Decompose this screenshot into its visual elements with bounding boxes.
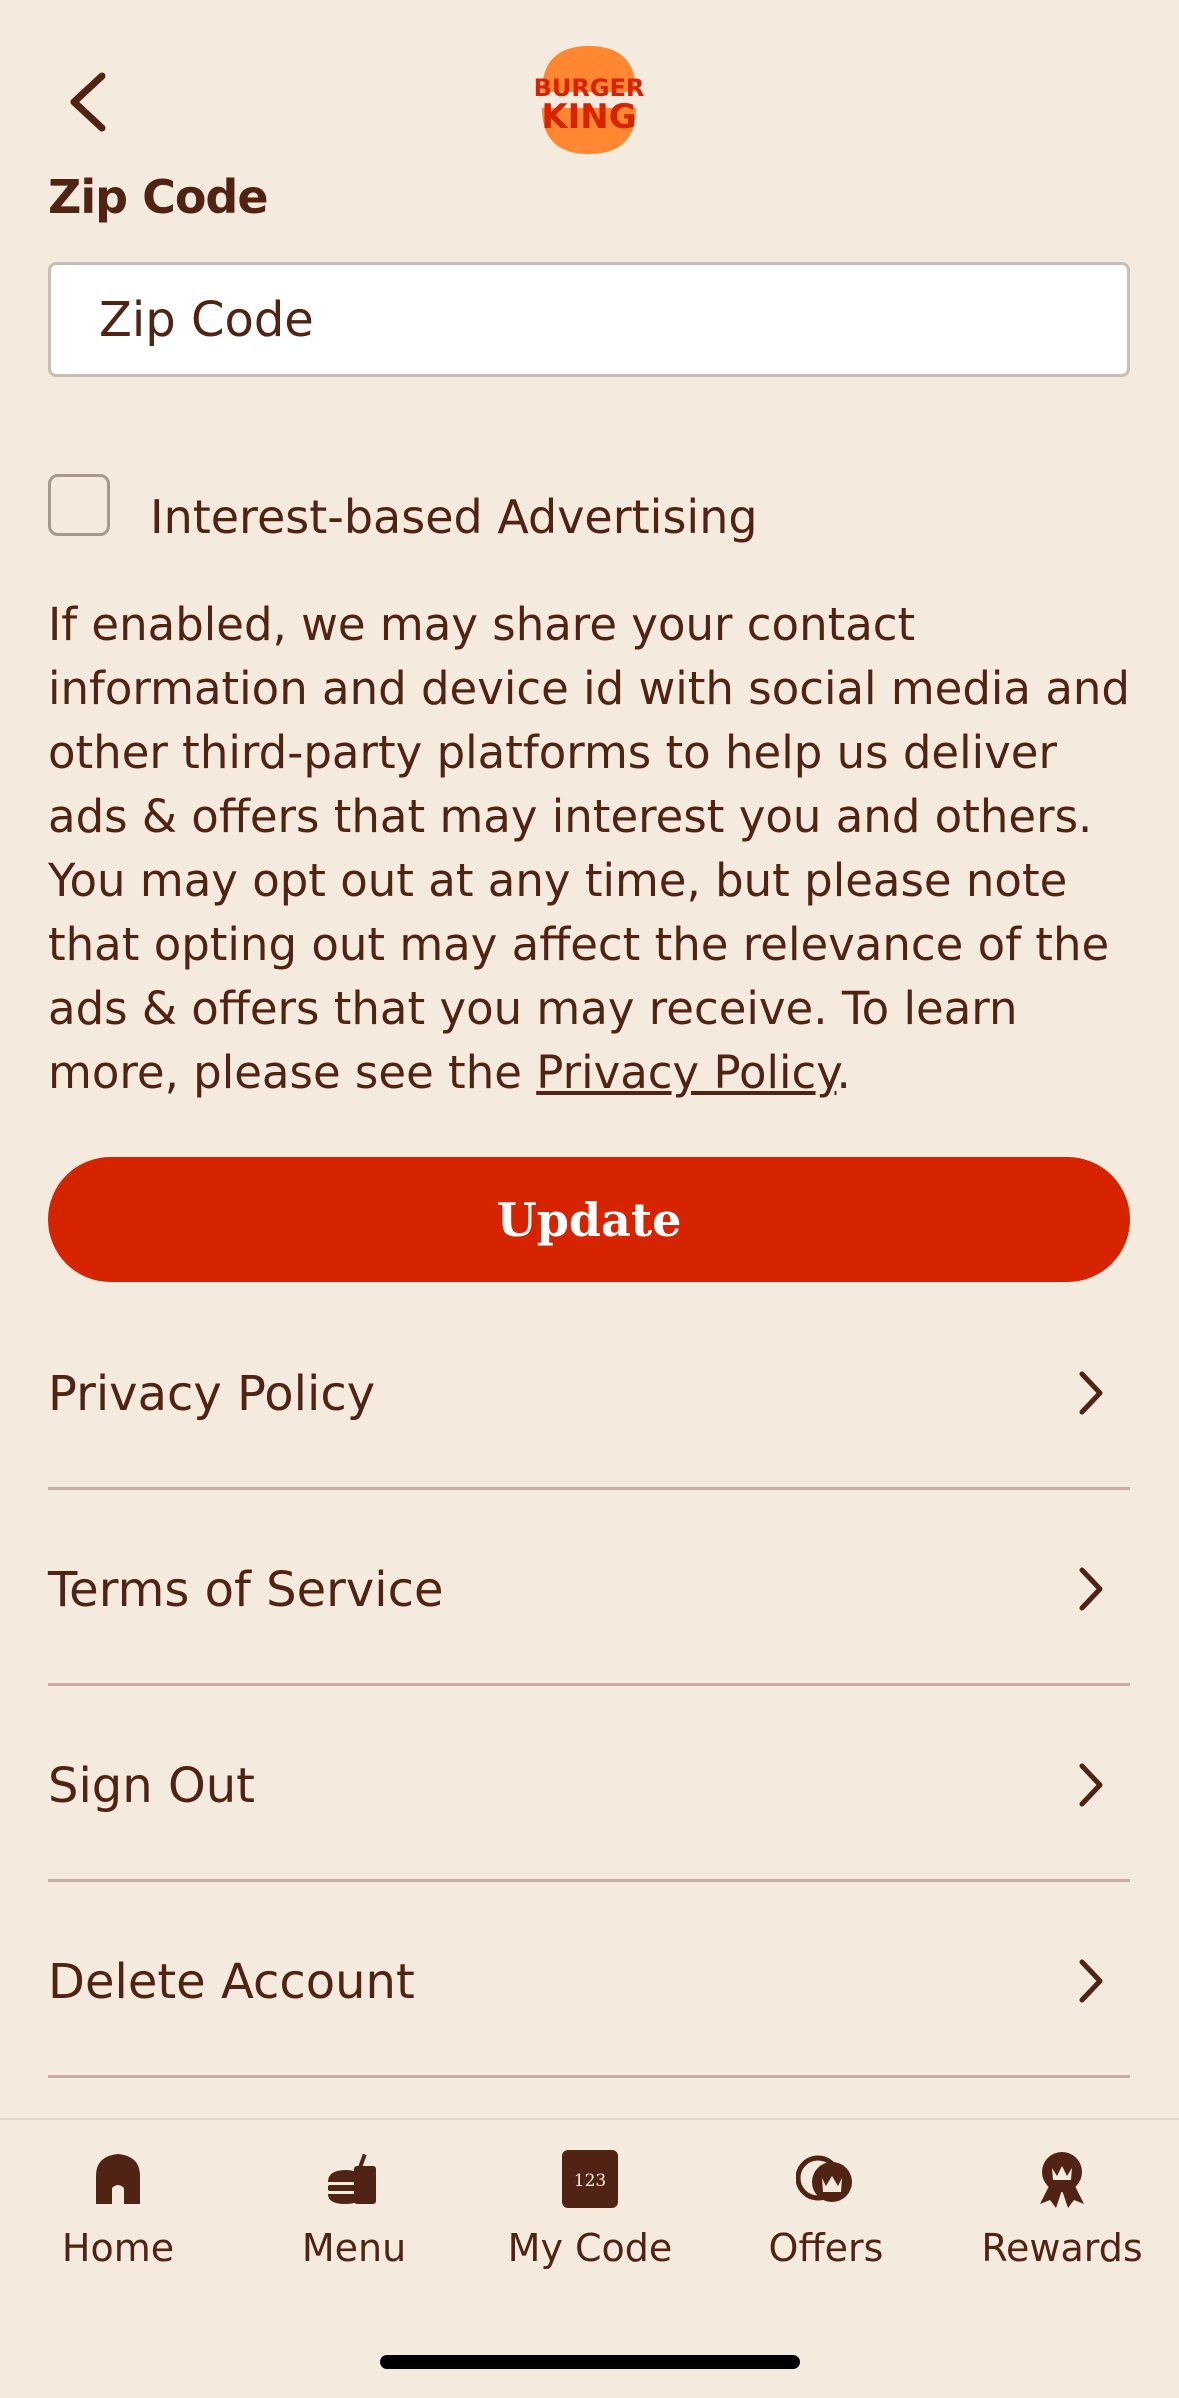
- menu-item-label: Delete Account: [48, 1954, 415, 2010]
- tab-home[interactable]: Home: [0, 2120, 236, 2300]
- code-123-icon: 123: [562, 2150, 618, 2208]
- tab-offers[interactable]: Offers: [708, 2120, 944, 2300]
- home-icon: [96, 2154, 140, 2204]
- burger-drink-icon: [328, 2153, 376, 2204]
- chevron-left-icon: [70, 72, 106, 132]
- menu-item-label: Terms of Service: [48, 1562, 444, 1618]
- chevron-right-icon: [1079, 1959, 1103, 2003]
- header: BURGER KING: [0, 0, 1179, 180]
- tab-label: Menu: [301, 2226, 407, 2270]
- menu-item-sign-out[interactable]: Sign Out: [48, 1686, 1130, 1882]
- menu-item-delete-account[interactable]: Delete Account: [48, 1882, 1130, 2078]
- tab-menu[interactable]: Menu: [236, 2120, 472, 2300]
- svg-text:KING: KING: [541, 97, 636, 137]
- interest-advertising-checkbox[interactable]: [48, 474, 110, 536]
- svg-text:123: 123: [574, 2171, 606, 2191]
- advertising-description-text: If enabled, we may share your contact in…: [48, 598, 1130, 1099]
- chevron-right-icon: [1079, 1567, 1103, 1611]
- back-button[interactable]: [60, 70, 120, 134]
- privacy-policy-link[interactable]: Privacy Policy: [536, 1046, 836, 1099]
- chevron-right-icon: [1079, 1371, 1103, 1415]
- menu-item-label: Privacy Policy: [48, 1366, 376, 1422]
- offers-crown-icon: [796, 2155, 852, 2202]
- menu-item-label: Sign Out: [48, 1758, 255, 1814]
- tab-label: Rewards: [981, 2226, 1143, 2270]
- zip-code-input[interactable]: [48, 262, 1130, 377]
- settings-menu-list: Privacy Policy Terms of Service Sign Out…: [48, 1294, 1130, 2078]
- interest-advertising-label: Interest-based Advertising: [150, 490, 758, 544]
- tab-my-code[interactable]: 123 My Code: [472, 2120, 708, 2300]
- tab-label: Offers: [768, 2226, 884, 2270]
- rewards-ribbon-icon: [1040, 2152, 1084, 2208]
- menu-item-terms-of-service[interactable]: Terms of Service: [48, 1490, 1130, 1686]
- update-button[interactable]: Update: [48, 1157, 1130, 1282]
- zip-code-label: Zip Code: [48, 170, 269, 224]
- tab-label: Home: [61, 2226, 175, 2270]
- tab-label: My Code: [507, 2226, 673, 2270]
- chevron-right-icon: [1079, 1763, 1103, 1807]
- advertising-description: If enabled, we may share your contact in…: [48, 593, 1138, 1105]
- menu-item-privacy-policy[interactable]: Privacy Policy: [48, 1294, 1130, 1490]
- home-indicator[interactable]: [380, 2355, 800, 2369]
- burger-king-logo: BURGER KING: [534, 46, 644, 154]
- tab-rewards[interactable]: Rewards: [944, 2120, 1179, 2300]
- link-suffix: .: [836, 1046, 851, 1099]
